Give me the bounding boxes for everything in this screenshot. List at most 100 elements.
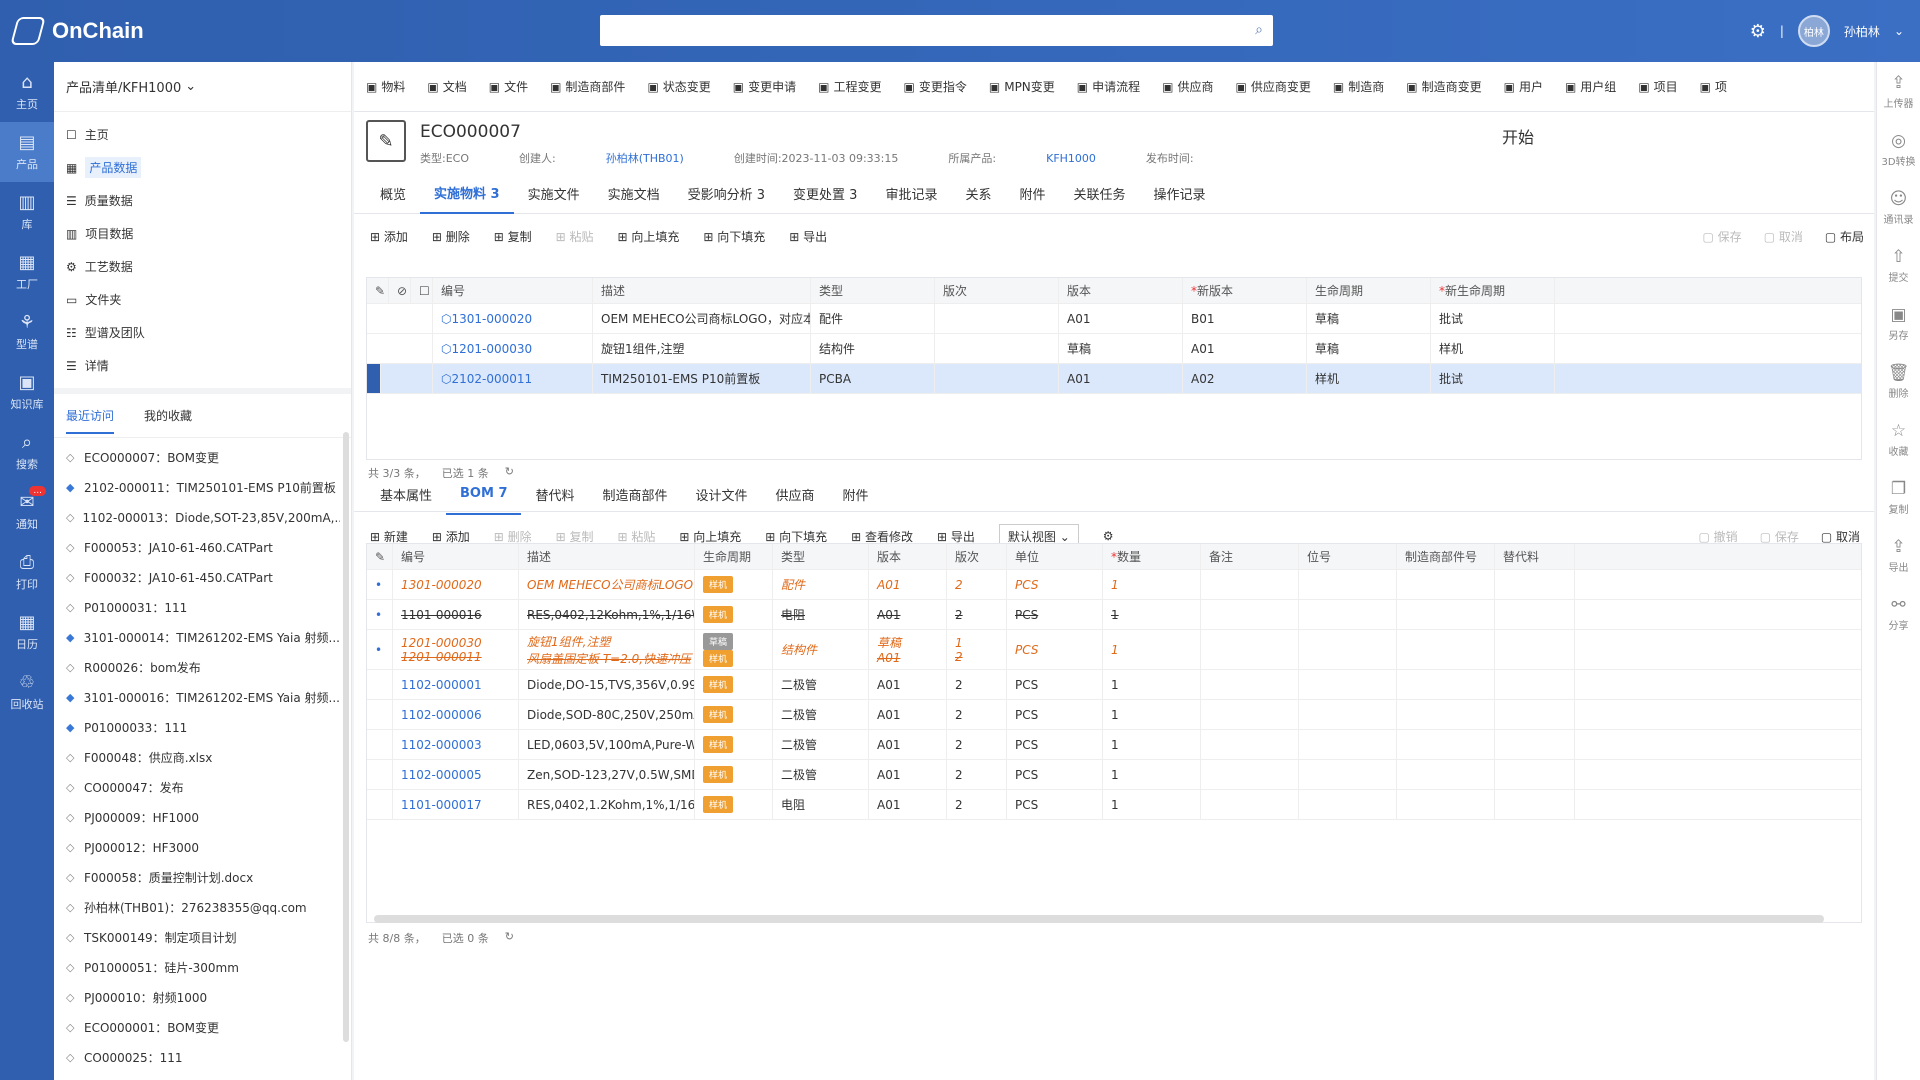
subtab-制造商部件[interactable]: 制造商部件 — [589, 475, 682, 515]
right-action-导出[interactable]: ⇪ 导出 — [1877, 526, 1920, 584]
right-action-删除[interactable]: 🗑 删除 — [1877, 352, 1920, 410]
search-icon[interactable]: ⌕ — [1255, 22, 1263, 38]
toolbar-向上填充-button[interactable]: ⊞ 向上填充 — [618, 228, 680, 245]
cell[interactable]: ⬡ 1301-000020 — [433, 304, 593, 333]
column-header[interactable]: 版本 — [869, 544, 947, 569]
object-type-MPN变更[interactable]: ▣ MPN变更 — [989, 78, 1055, 95]
tab-附件[interactable]: 附件 — [1005, 174, 1059, 214]
recent-item[interactable]: ◇ PJ000009：HF1000 — [54, 802, 340, 832]
cell[interactable]: 1301-000020 — [393, 570, 519, 599]
right-action-上传器[interactable]: ⇪ 上传器 — [1877, 62, 1920, 120]
tab-实施文档[interactable]: 实施文档 — [594, 174, 674, 214]
toolbar-复制-button[interactable]: ⊞ 复制 — [494, 228, 532, 245]
column-header[interactable]: 制造商部件号 — [1397, 544, 1495, 569]
table-row[interactable]: ⬡ 2102-000011 TIM250101-EMS P10前置板 PCBA A01… — [367, 364, 1861, 394]
nav-search[interactable]: ⌕ 搜索 — [0, 422, 54, 482]
product-link[interactable]: KFH1000 — [1046, 152, 1096, 165]
side-menu-item[interactable]: ☰ 详情 — [54, 349, 351, 382]
recent-item[interactable]: ◇ CO000025：111 — [54, 1042, 340, 1072]
toolbar-添加-button[interactable]: ⊞ 添加 — [370, 228, 408, 245]
recent-item[interactable]: ◇ F000048：供应商.xlsx — [54, 742, 340, 772]
app-logo[interactable]: OnChain — [10, 17, 154, 45]
chevron-down-icon[interactable]: ⌄ — [1894, 24, 1904, 38]
side-menu-item[interactable]: ☰ 质量数据 — [54, 184, 351, 217]
object-type-变更指令[interactable]: ▣ 变更指令 — [904, 78, 967, 95]
object-type-制造商[interactable]: ▣ 制造商 — [1333, 78, 1384, 95]
part-number-link[interactable]: 2102-000011 — [451, 372, 532, 386]
tab-受影响分析 3[interactable]: 受影响分析 3 — [674, 174, 779, 214]
part-number-link[interactable]: 1102-000006 — [401, 708, 482, 722]
toolbar-删除-button[interactable]: ⊞ 删除 — [432, 228, 470, 245]
toolbar-向上填充-button[interactable]: ⊞ 向上填充 — [679, 528, 741, 545]
column-header[interactable]: 编号 — [393, 544, 519, 569]
toolbar-布局-button[interactable]: ▢ 布局 — [1825, 228, 1864, 245]
row-selector[interactable] — [367, 334, 433, 363]
side-menu-item[interactable]: ▥ 项目数据 — [54, 217, 351, 250]
column-header[interactable]: 替代料 — [1495, 544, 1575, 569]
column-header[interactable]: 类型 — [811, 278, 935, 303]
nav-library[interactable]: ▥ 库 — [0, 182, 54, 242]
cell[interactable]: ⬡ 2102-000011 — [433, 364, 593, 393]
cell[interactable]: 1102-000001 — [393, 670, 519, 699]
tab-审批记录[interactable]: 审批记录 — [871, 174, 951, 214]
recent-item[interactable]: ◇ F000058：质量控制计划.docx — [54, 862, 340, 892]
part-number-link[interactable]: 1102-000001 — [401, 678, 482, 692]
recent-item[interactable]: ◇ PJ000012：HF3000 — [54, 832, 340, 862]
column-header[interactable]: 生命周期 — [695, 544, 773, 569]
right-action-分享[interactable]: ⚯ 分享 — [1877, 584, 1920, 642]
cell[interactable]: 1102-000006 — [393, 700, 519, 729]
column-header[interactable]: 单位 — [1007, 544, 1103, 569]
recent-item[interactable]: ◇ P01000031：111 — [54, 592, 340, 622]
row-selector[interactable] — [367, 304, 433, 333]
tab-概览[interactable]: 概览 — [366, 174, 420, 214]
subtab-附件[interactable]: 附件 — [829, 475, 883, 515]
object-type-制造商部件[interactable]: ▣ 制造商部件 — [550, 78, 625, 95]
toolbar-粘贴-button[interactable]: ⊞ 粘贴 — [556, 228, 594, 245]
object-type-物料[interactable]: ▣ 物料 — [366, 78, 405, 95]
toolbar-撤销-button[interactable]: ▢ 撤销 — [1699, 528, 1738, 545]
table-row[interactable]: ⬡ 1201-000030 旋钮1组件,注塑 结构件 草稿 A01 草稿 样机 — [367, 334, 1861, 364]
toolbar-向下填充-button[interactable]: ⊞ 向下填充 — [703, 228, 765, 245]
column-header[interactable]: 版次 — [935, 278, 1059, 303]
toolbar-添加-button[interactable]: ⊞ 添加 — [432, 528, 470, 545]
cell[interactable]: 1102-000005 — [393, 760, 519, 789]
recent-item[interactable]: ◆ 3101-000014：TIM261202-EMS Yaia 射频... — [54, 622, 340, 652]
object-type-用户[interactable]: ▣ 用户 — [1504, 78, 1543, 95]
column-header[interactable]: * 新生命周期 — [1431, 278, 1555, 303]
toolbar-取消-button[interactable]: ▢ 取消 — [1764, 228, 1803, 245]
part-number-link[interactable]: 1102-000005 — [401, 768, 482, 782]
nav-trash[interactable]: ♲ 回收站 — [0, 662, 54, 722]
subtab-BOM 7[interactable]: BOM 7 — [446, 475, 522, 515]
object-type-工程变更[interactable]: ▣ 工程变更 — [818, 78, 881, 95]
table-row[interactable]: 1102-000001 Diode,DO-15,TVS,356V,0.99A,5W… — [367, 670, 1861, 700]
right-action-通讯录[interactable]: ☺ 通讯录 — [1877, 178, 1920, 236]
cell[interactable]: 1201-000030 1201-000011 — [393, 630, 519, 669]
column-header[interactable]: * 新版本 — [1183, 278, 1307, 303]
right-action-另存[interactable]: ▣ 另存 — [1877, 294, 1920, 352]
object-type-变更申请[interactable]: ▣ 变更申请 — [733, 78, 796, 95]
toolbar-保存-button[interactable]: ▢ 保存 — [1760, 528, 1799, 545]
part-number-link[interactable]: 1101-000017 — [401, 798, 482, 812]
cell[interactable]: 1101-000016 — [393, 600, 519, 629]
product-breadcrumb[interactable]: 产品清单/KFH1000 ⌄ — [54, 62, 351, 112]
part-number-link[interactable]: 1201-000030 — [451, 342, 532, 356]
table-row[interactable]: • 1301-000020 OEM MEHECO公司商标LOGO，对... 样机 配件 A… — [367, 570, 1861, 600]
toolbar-向下填充-button[interactable]: ⊞ 向下填充 — [765, 528, 827, 545]
recent-item[interactable]: ◇ PJ000010：射频1000 — [54, 982, 340, 1012]
subtab-替代料[interactable]: 替代料 — [521, 475, 588, 515]
horizontal-scrollbar[interactable] — [374, 915, 1824, 923]
right-action-3D转换[interactable]: ◎ 3D转换 — [1877, 120, 1920, 178]
row-selector[interactable] — [367, 364, 381, 393]
table-row[interactable]: 1102-000003 LED,0603,5V,100mA,Pure-White,… — [367, 730, 1861, 760]
right-action-复制[interactable]: ❐ 复制 — [1877, 468, 1920, 526]
tab-实施物料 3[interactable]: 实施物料 3 — [420, 174, 514, 214]
cell[interactable]: 1102-000003 — [393, 730, 519, 759]
recent-item[interactable]: ◆ 2102-000011：TIM250101-EMS P10前置板 — [54, 472, 340, 502]
recent-item[interactable]: ◇ 1102-000013：Diode,SOT-23,85V,200mA,... — [54, 502, 340, 532]
object-type-项目[interactable]: ▣ 项目 — [1638, 78, 1677, 95]
settings-gear-icon[interactable]: ⚙ — [1103, 529, 1114, 543]
object-type-状态变更[interactable]: ▣ 状态变更 — [647, 78, 710, 95]
nav-factory[interactable]: ▦ 工厂 — [0, 242, 54, 302]
object-type-项[interactable]: ▣ 项 — [1700, 78, 1727, 95]
cell[interactable]: ⬡ 1201-000030 — [433, 334, 593, 363]
